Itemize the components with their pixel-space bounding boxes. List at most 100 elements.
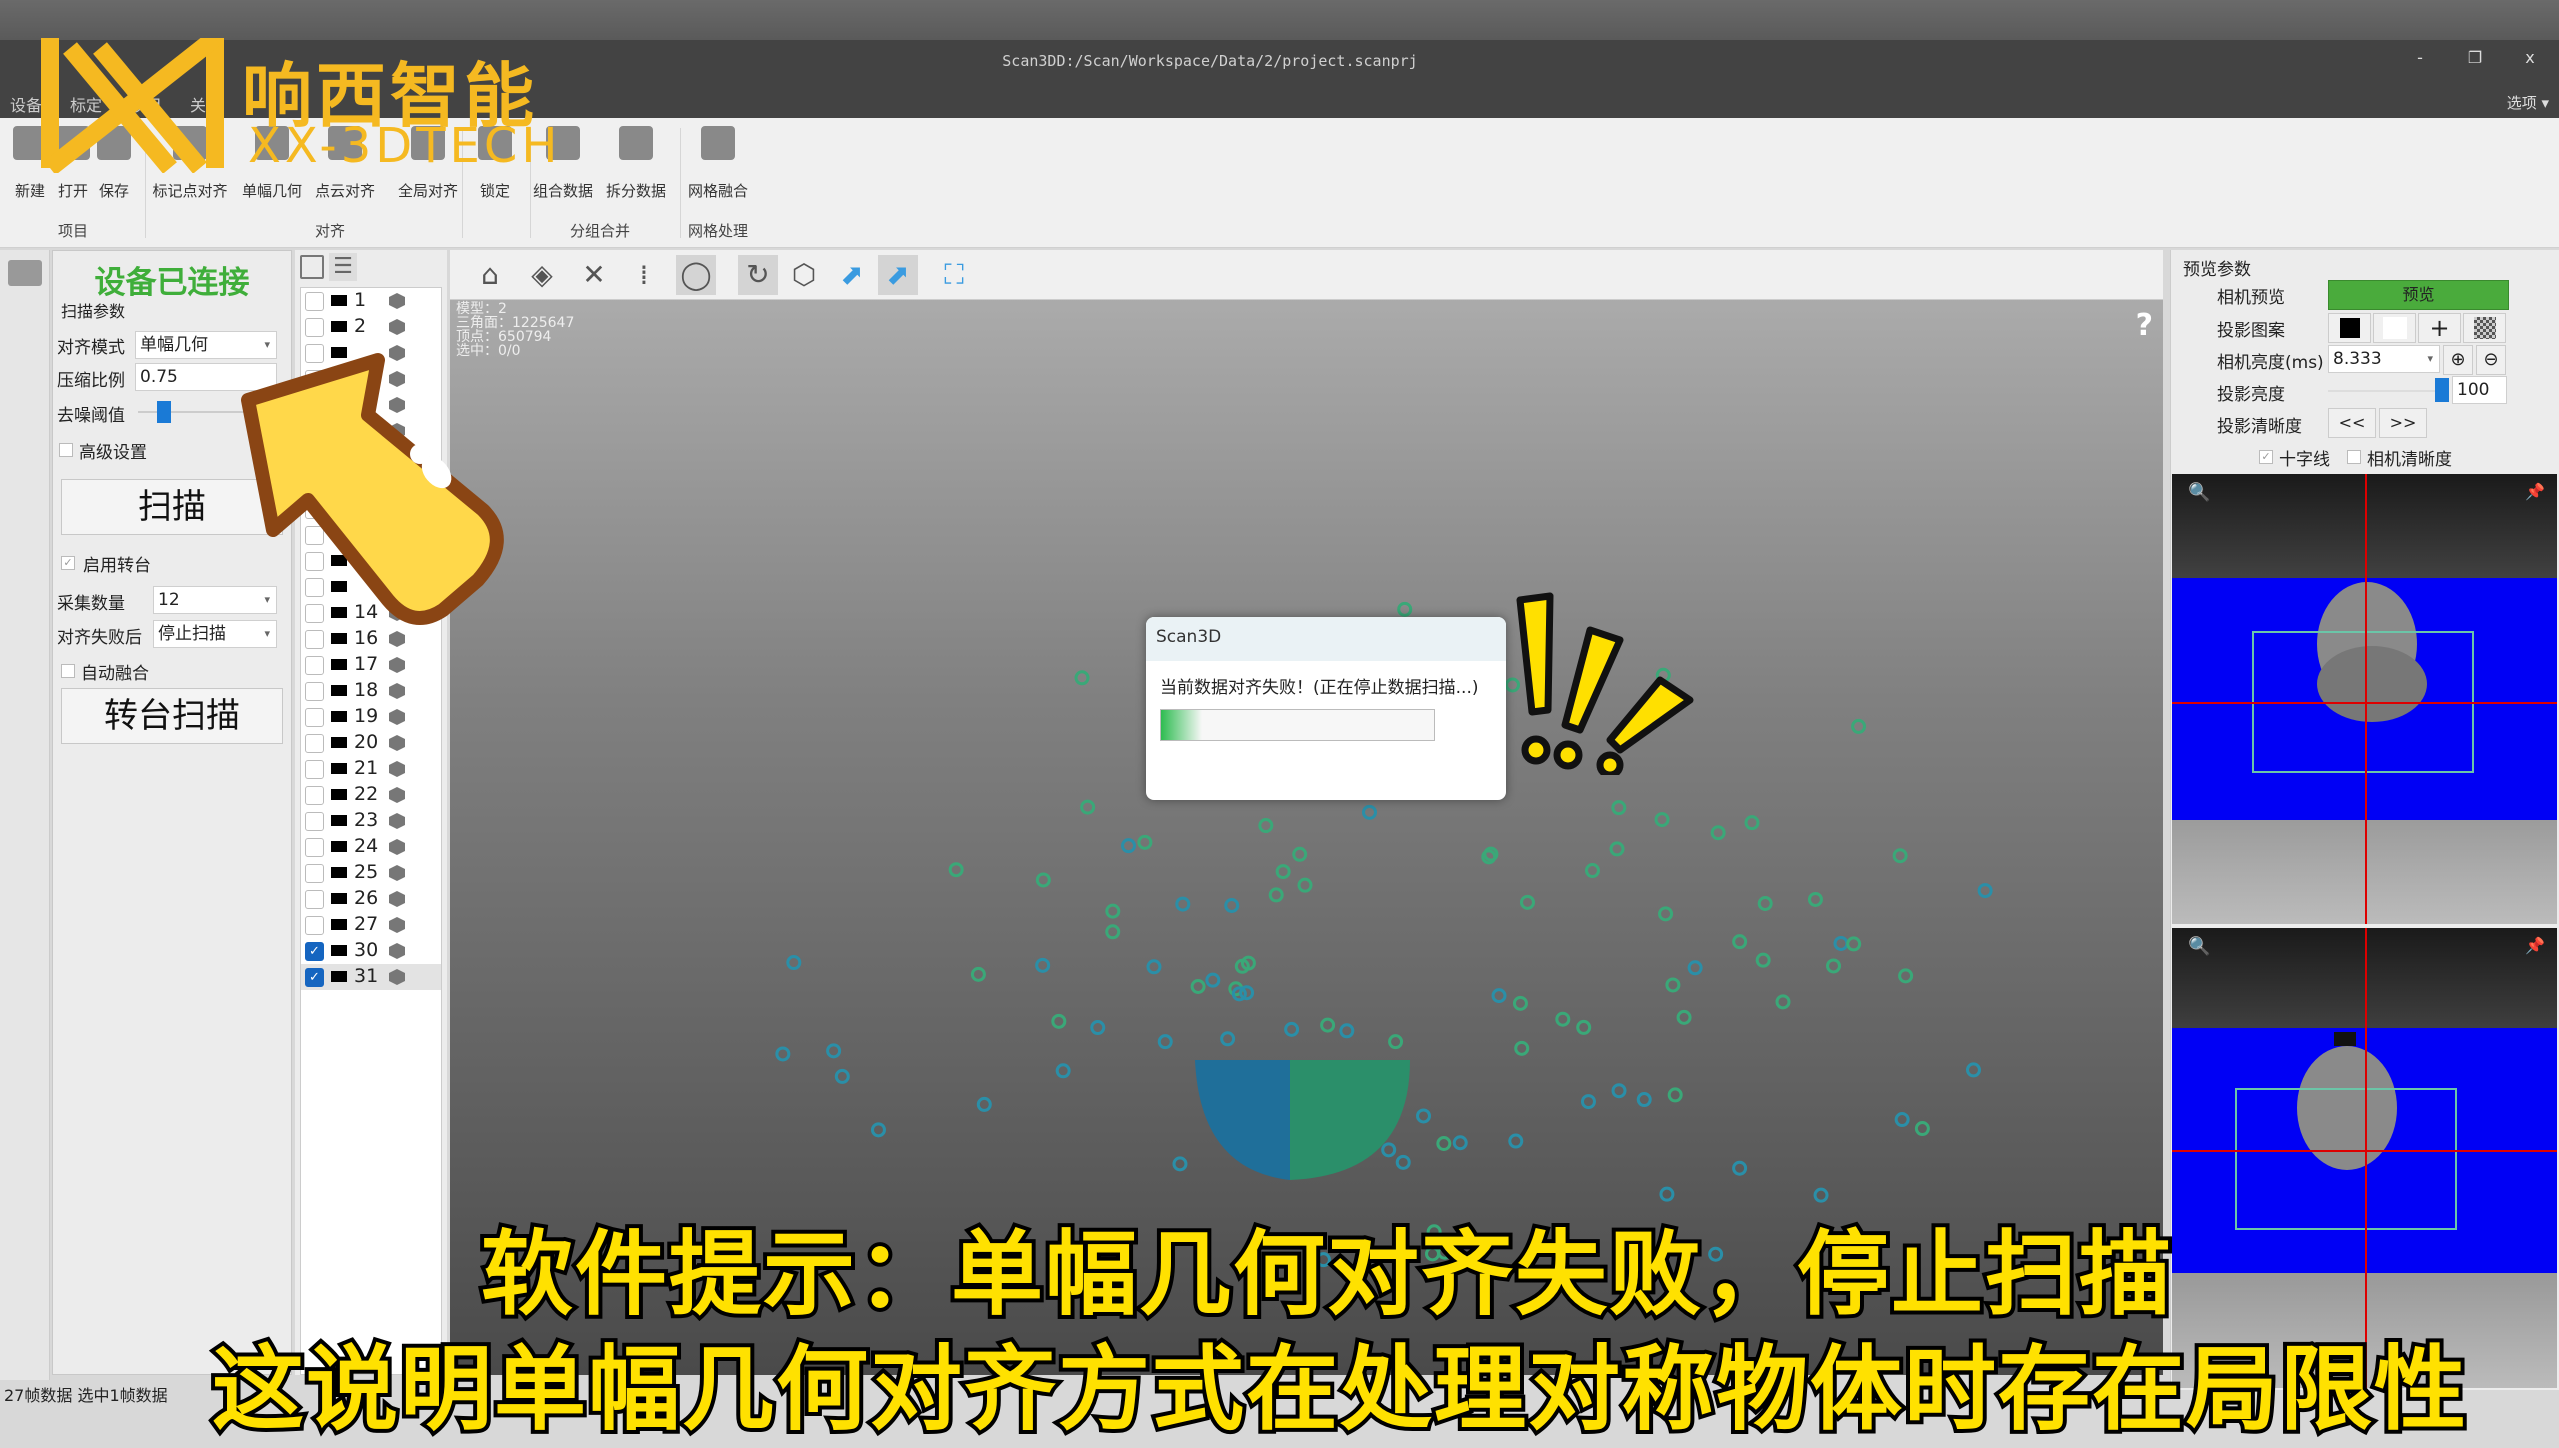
marker-point <box>1757 895 1773 911</box>
zoom-icon[interactable]: 🔍 <box>2188 936 2210 957</box>
frame-checkbox[interactable] <box>305 786 324 805</box>
marker-point <box>1807 891 1823 907</box>
proj-brightness-input[interactable]: 100 <box>2452 376 2507 404</box>
frame-list-item[interactable]: 17 <box>301 652 441 678</box>
frame-number: 31 <box>354 965 379 987</box>
frame-thumbnail <box>331 711 347 722</box>
rotate-select-icon[interactable]: ↻ <box>738 255 778 295</box>
pattern-white-button[interactable] <box>2373 313 2416 343</box>
sharpness-prev-button[interactable]: << <box>2328 408 2376 438</box>
home-icon[interactable]: ⌂ <box>470 255 510 295</box>
frame-list-item[interactable]: 26 <box>301 886 441 912</box>
advanced-checkbox[interactable] <box>59 443 73 457</box>
restore-button[interactable]: ❐ <box>2460 48 2490 67</box>
ring-icon[interactable]: ◯ <box>676 255 716 295</box>
frame-checkbox[interactable]: ✓ <box>305 968 324 987</box>
frame-checkbox[interactable] <box>305 812 324 831</box>
crosshair-checkbox[interactable]: ✓ <box>2259 450 2273 464</box>
marker-point <box>1397 601 1413 617</box>
frame-list-item[interactable]: 20 <box>301 730 441 756</box>
frame-checkbox[interactable] <box>305 760 324 779</box>
cube-icon <box>389 319 405 335</box>
frame-list-item[interactable]: 18 <box>301 678 441 704</box>
marker-point <box>1224 897 1240 913</box>
fit-view-icon[interactable]: ⛶ <box>934 255 974 295</box>
frame-checkbox[interactable] <box>305 708 324 727</box>
yellow-arrow-annotation <box>241 353 504 625</box>
image-view-icon[interactable] <box>300 255 324 279</box>
frame-number: 30 <box>354 939 379 961</box>
marker-point <box>1775 994 1791 1010</box>
frame-thumbnail <box>331 659 347 670</box>
minimize-button[interactable]: - <box>2405 48 2435 67</box>
marker-point <box>1744 815 1760 831</box>
list-view-icon[interactable]: ☰ <box>329 253 357 281</box>
frame-checkbox[interactable] <box>305 734 324 753</box>
turntable-checkbox[interactable]: ✓ <box>61 556 75 570</box>
advanced-label: 高级设置 <box>79 443 147 463</box>
frame-list-item[interactable]: ✓ 31 <box>301 964 441 990</box>
polygon-select-icon[interactable]: ⬡ <box>784 255 824 295</box>
camera-preview-left[interactable]: 🔍 📌 <box>2172 474 2557 924</box>
preview-button[interactable]: 预览 <box>2328 280 2509 310</box>
close-button[interactable]: x <box>2515 48 2545 67</box>
exposure-plus-button[interactable]: ⊕ <box>2443 345 2473 375</box>
cam-sharpness-checkbox[interactable] <box>2347 450 2361 464</box>
pin-icon[interactable]: 📌 <box>2525 936 2545 955</box>
point-filter-icon[interactable]: ⁞ <box>624 255 664 295</box>
marker-point <box>1659 1186 1675 1202</box>
frame-checkbox[interactable]: ✓ <box>305 942 324 961</box>
zoom-icon[interactable]: 🔍 <box>2188 482 2210 503</box>
frame-checkbox[interactable] <box>305 838 324 857</box>
sharpness-next-button[interactable]: >> <box>2379 408 2427 438</box>
frame-list-item[interactable]: 21 <box>301 756 441 782</box>
auto-fuse-checkbox[interactable] <box>61 664 75 678</box>
options-menu[interactable]: 选项 ▾ <box>2507 92 2549 113</box>
exposure-minus-button[interactable]: ⊖ <box>2476 345 2506 375</box>
frame-list-item[interactable]: 27 <box>301 912 441 938</box>
cube-icon <box>389 761 405 777</box>
frame-list-item[interactable]: 25 <box>301 860 441 886</box>
ribbon-button-10[interactable]: 网格融合 <box>683 126 753 200</box>
pattern-cross-button[interactable]: + <box>2418 313 2461 343</box>
pattern-black-button[interactable] <box>2328 313 2371 343</box>
device-icon[interactable] <box>8 260 42 286</box>
frame-list-item[interactable]: 24 <box>301 834 441 860</box>
cube-icon <box>389 969 405 985</box>
frame-thumbnail <box>331 763 347 774</box>
frame-checkbox[interactable] <box>305 890 324 909</box>
frame-list-item[interactable]: 2 <box>301 314 441 340</box>
pattern-random-button[interactable] <box>2463 313 2506 343</box>
ribbon-button-9[interactable]: 拆分数据 <box>601 126 671 200</box>
cube-icon <box>389 787 405 803</box>
frame-list-item[interactable]: 22 <box>301 782 441 808</box>
menu-device[interactable]: 设备 <box>10 92 42 116</box>
turntable-scan-button[interactable]: 转台扫描 <box>61 688 283 744</box>
frame-list-item[interactable]: 19 <box>301 704 441 730</box>
frame-list-item[interactable]: 23 <box>301 808 441 834</box>
frame-thumbnail <box>331 321 347 332</box>
frame-checkbox[interactable] <box>305 292 324 311</box>
status-bar: 27帧数据 选中1帧数据 <box>4 1386 168 1405</box>
frame-list-item[interactable]: 1 <box>301 288 441 314</box>
pin-icon[interactable]: 📌 <box>2525 482 2545 501</box>
marker-point <box>976 1096 992 1112</box>
denoise-slider-thumb[interactable] <box>157 401 171 423</box>
frame-checkbox[interactable] <box>305 656 324 675</box>
marker-point <box>1898 968 1914 984</box>
proj-brightness-slider[interactable] <box>2328 390 2438 392</box>
grid-plane-icon[interactable]: ◈ <box>522 255 562 295</box>
frame-list-item[interactable]: ✓ 30 <box>301 938 441 964</box>
frame-checkbox[interactable] <box>305 916 324 935</box>
measure-icon[interactable]: ✕ <box>574 255 614 295</box>
plane-up-icon[interactable]: ⬈ <box>832 255 872 295</box>
frame-thumbnail <box>331 841 347 852</box>
frame-checkbox[interactable] <box>305 864 324 883</box>
exposure-select[interactable]: 8.333 <box>2328 345 2440 373</box>
proj-brightness-thumb[interactable] <box>2435 378 2449 402</box>
frame-checkbox[interactable] <box>305 682 324 701</box>
planes-up-icon[interactable]: ⬈ <box>878 255 918 295</box>
help-icon[interactable]: ? <box>2136 308 2153 343</box>
frame-checkbox[interactable] <box>305 318 324 337</box>
screen-top-band <box>0 0 2559 40</box>
